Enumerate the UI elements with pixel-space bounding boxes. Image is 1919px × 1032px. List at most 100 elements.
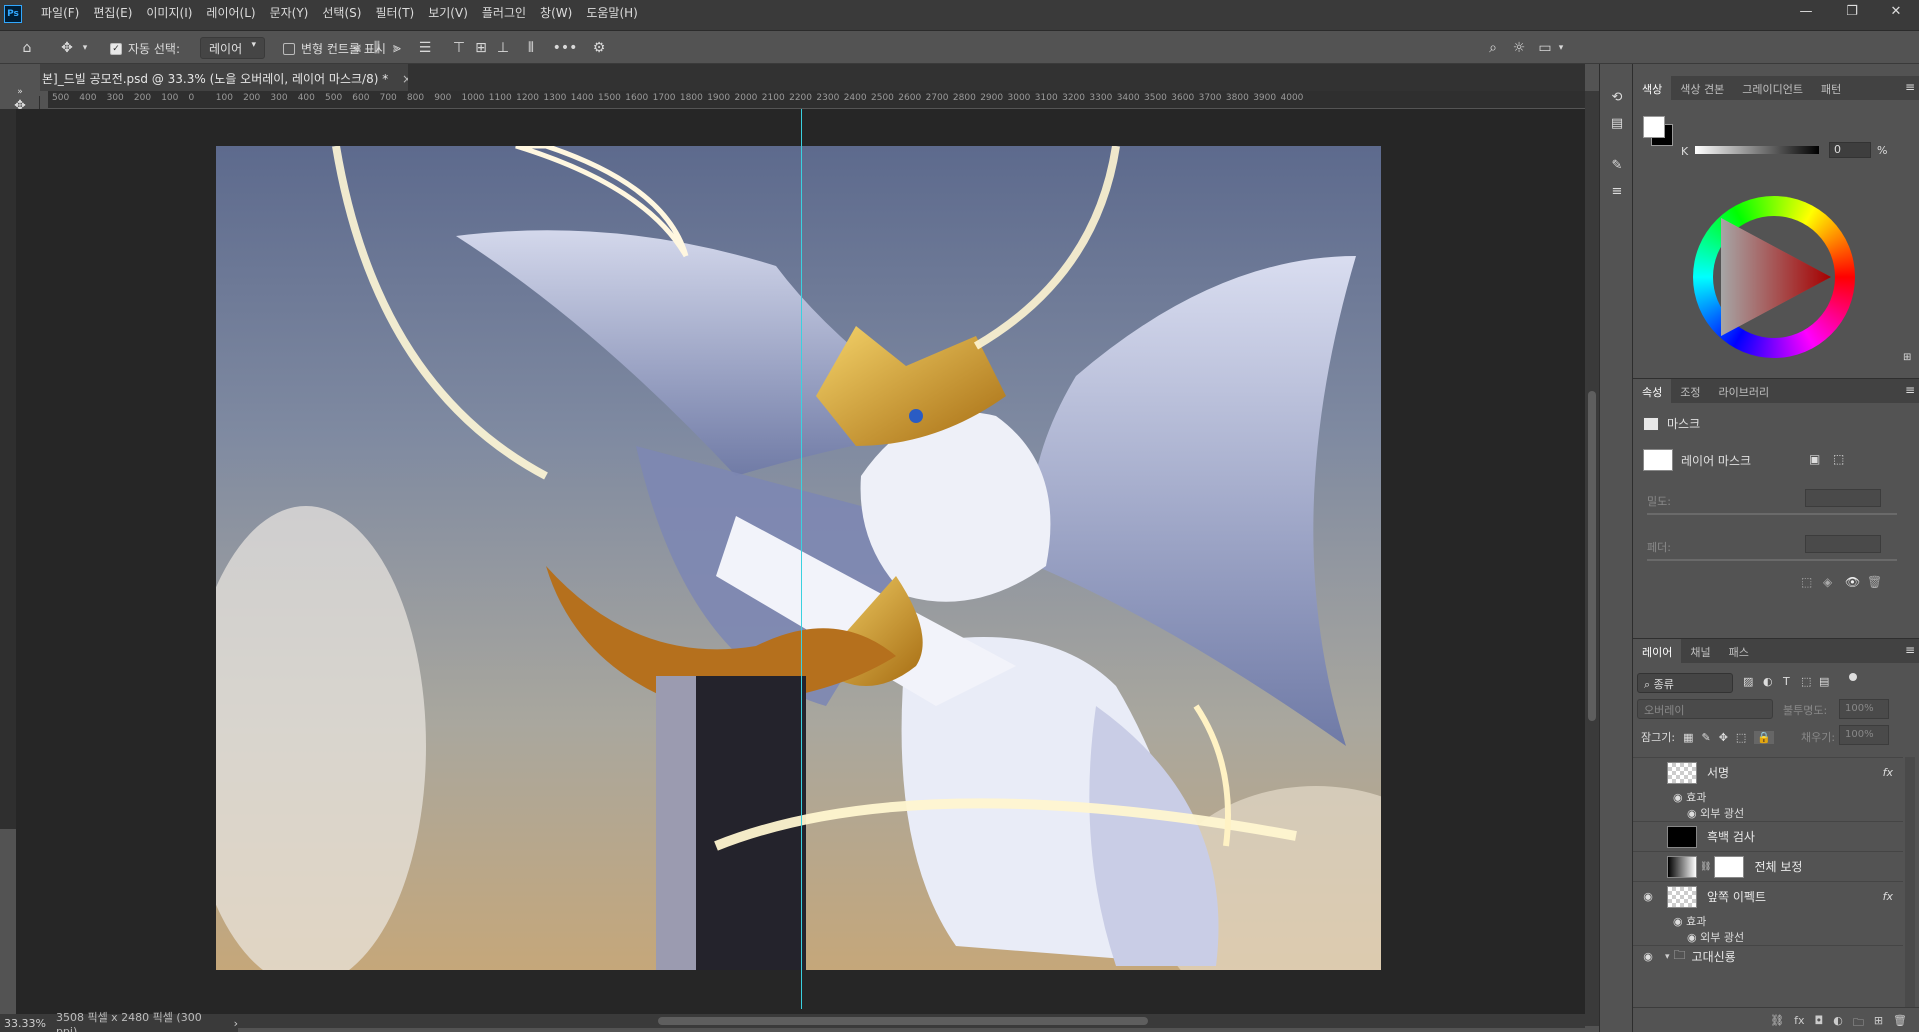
align-top-icon[interactable]: ⊤ [450, 39, 468, 57]
more-options-icon[interactable]: ••• [553, 39, 578, 57]
brightness-icon[interactable]: ☼ [1510, 39, 1528, 57]
tab-color[interactable]: 색상 [1633, 76, 1672, 100]
layer-name[interactable]: 고대신룡 [1692, 948, 1736, 965]
filter-smart-object-icon[interactable]: ▤ [1819, 675, 1829, 688]
align-left-icon[interactable]: ⫷ [348, 39, 366, 57]
layer-row-overall-correction[interactable]: ⛓ 전체 보정 [1633, 851, 1903, 881]
link-layers-icon[interactable]: ⛓ [1770, 1014, 1784, 1032]
menu-help[interactable]: 도움말(H) [579, 0, 645, 22]
document-tab[interactable]: 본]_드빌 공모전.psd @ 33.3% (노을 오버레이, 레이어 마스크/… [40, 64, 408, 91]
chevron-down-icon[interactable]: ▾ [1552, 39, 1570, 57]
vector-mask-icon[interactable]: ⬚ [1833, 452, 1844, 466]
eye-icon[interactable]: ◉ [1639, 950, 1657, 963]
menu-filter[interactable]: 필터(T) [368, 0, 421, 22]
eye-icon[interactable]: ◉ [1687, 807, 1700, 820]
layer-mask-row[interactable]: 레이어 마스크 [1643, 449, 1751, 471]
fill-input[interactable]: 100% [1839, 725, 1889, 745]
brush-settings-icon[interactable]: ✎ [1608, 156, 1626, 174]
channel-k-value[interactable]: 0 [1829, 142, 1871, 158]
tab-swatches[interactable]: 색상 견본 [1671, 76, 1733, 100]
align-bottom-icon[interactable]: ⊥ [494, 39, 512, 57]
tab-channels[interactable]: 채널 [1681, 639, 1719, 663]
filter-toggle-icon[interactable] [1849, 673, 1857, 681]
align-center-icon[interactable]: ⫼ [368, 39, 386, 57]
menu-view[interactable]: 보기(V) [421, 0, 475, 22]
add-mask-icon[interactable]: ◘ [1815, 1014, 1824, 1032]
eye-icon[interactable]: ◉ [1639, 890, 1657, 903]
lock-brush-icon[interactable]: ✎ [1701, 731, 1710, 744]
adjustment-layer-icon[interactable]: ◐ [1833, 1014, 1843, 1032]
color-triangle[interactable] [1713, 216, 1835, 338]
layer-row-signature[interactable]: 서명 fx [1633, 757, 1903, 787]
panel-menu-icon[interactable]: ≡ [1905, 80, 1915, 94]
foreground-color-swatch[interactable] [1643, 116, 1665, 138]
tab-gradients[interactable]: 그레이디언트 [1733, 76, 1812, 100]
eye-icon[interactable]: ◉ [1673, 791, 1686, 804]
eye-icon[interactable]: ◉ [1687, 931, 1700, 944]
move-tool-icon[interactable]: ✥ [58, 39, 76, 57]
tab-adjustments[interactable]: 조정 [1671, 379, 1709, 403]
layer-select-dropdown[interactable]: 레이어 ▾ [200, 37, 265, 59]
trash-icon[interactable]: 🗑 [1867, 575, 1882, 589]
layer-name[interactable]: 앞쪽 이펙트 [1707, 888, 1766, 905]
layers-scrollbar[interactable] [1905, 757, 1915, 1007]
opacity-input[interactable]: 100% [1839, 699, 1889, 719]
guide-line[interactable] [801, 109, 802, 1009]
expand-icon[interactable]: ⊞ [1903, 352, 1911, 363]
search-icon[interactable]: ⌕ [1484, 39, 1502, 57]
layer-name[interactable]: 전체 보정 [1754, 858, 1802, 875]
eye-icon[interactable]: 👁 [1845, 575, 1860, 589]
new-layer-icon[interactable]: ⊞ [1874, 1014, 1883, 1032]
load-selection-icon[interactable]: ⬚ [1801, 575, 1812, 589]
fx-icon[interactable]: fx [1794, 1014, 1804, 1032]
comment-icon[interactable]: ▤ [1608, 114, 1626, 132]
tab-patterns[interactable]: 패턴 [1812, 76, 1850, 100]
filter-adjustment-icon[interactable]: ◐ [1763, 675, 1773, 688]
feather-input[interactable] [1805, 535, 1881, 553]
checkbox-icon[interactable] [283, 42, 295, 55]
chevron-down-icon[interactable]: ▾ [1665, 952, 1670, 962]
menu-image[interactable]: 이미지(I) [139, 0, 199, 22]
tab-libraries[interactable]: 라이브러리 [1710, 379, 1779, 403]
adjustments-icon[interactable]: ≡ [1608, 182, 1626, 200]
restore-button[interactable]: ❐ [1829, 0, 1875, 22]
auto-select-checkbox[interactable]: ✓ 자동 선택: [110, 40, 180, 57]
pixel-mask-icon[interactable]: ▣ [1809, 452, 1820, 466]
horizontal-scrollbar[interactable] [238, 1014, 1585, 1028]
lock-pixels-icon[interactable]: ▦ [1683, 731, 1693, 744]
artwork-canvas[interactable] [216, 146, 1381, 970]
menu-window[interactable]: 창(W) [533, 0, 579, 22]
density-slider[interactable] [1647, 513, 1897, 515]
fx-icon[interactable]: fx [1883, 766, 1893, 779]
menu-plugins[interactable]: 플러그인 [475, 0, 533, 22]
layer-row-front-effect[interactable]: ◉ 앞쪽 이펙트 fx [1633, 881, 1903, 911]
menu-edit[interactable]: 편집(E) [86, 0, 139, 22]
eye-icon[interactable]: ◉ [1673, 915, 1686, 928]
lock-artboard-icon[interactable]: ⬚ [1736, 731, 1746, 744]
minimize-button[interactable]: — [1783, 0, 1829, 22]
distribute-vertical-icon[interactable]: ⫴ [522, 39, 540, 57]
menu-select[interactable]: 선택(S) [315, 0, 368, 22]
density-input[interactable] [1805, 489, 1881, 507]
menu-layer[interactable]: 레이어(L) [199, 0, 262, 22]
effect-row[interactable]: ◉ 외부 광선 [1687, 929, 1744, 945]
tab-properties[interactable]: 속성 [1633, 379, 1672, 403]
panel-menu-icon[interactable]: ≡ [1905, 383, 1915, 397]
filter-shape-icon[interactable]: ⬚ [1801, 675, 1811, 688]
effect-row[interactable]: ◉ 외부 광선 [1687, 805, 1744, 821]
layer-name[interactable]: 서명 [1707, 764, 1729, 781]
distribute-icon[interactable]: ☰ [416, 39, 434, 57]
layer-name[interactable]: 흑백 검사 [1707, 828, 1755, 845]
blend-mode-dropdown[interactable]: 오버레이 [1637, 699, 1773, 719]
tab-paths[interactable]: 패스 [1720, 639, 1758, 663]
channel-k-slider[interactable] [1695, 146, 1819, 154]
chevron-right-icon[interactable]: › [234, 1017, 238, 1030]
vertical-scroll-thumb[interactable] [1588, 391, 1596, 721]
tab-layers[interactable]: 레이어 [1633, 639, 1682, 663]
effects-row[interactable]: ◉ 효과 [1673, 789, 1706, 805]
close-button[interactable]: ✕ [1873, 0, 1919, 22]
horizontal-scroll-thumb[interactable] [658, 1017, 1148, 1025]
gear-icon[interactable]: ⚙ [590, 39, 608, 57]
lock-all-icon[interactable]: 🔒 [1754, 730, 1775, 744]
vertical-scrollbar[interactable] [1585, 91, 1599, 1026]
